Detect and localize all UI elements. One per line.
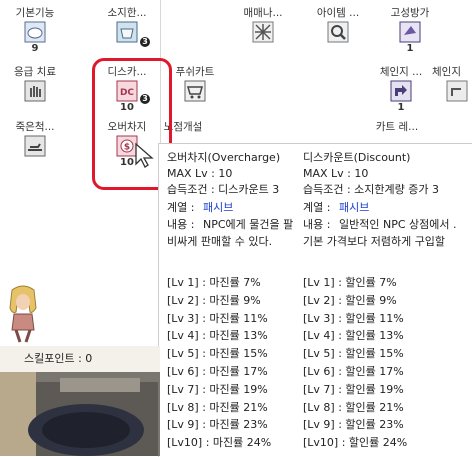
level-entry: [Lv 7] : 할인률 19% bbox=[303, 382, 404, 396]
level-entry: [Lv 9] : 할인률 23% bbox=[303, 418, 404, 432]
skill-carry[interactable]: 소지한... 3 bbox=[92, 7, 162, 51]
level-entry: [Lv 4] : 할인률 13% bbox=[303, 329, 404, 343]
cart-icon bbox=[184, 80, 206, 102]
skill-item-appraisal[interactable]: 아이템 ... bbox=[303, 7, 373, 51]
tooltip-title: 오버차지(Overcharge) bbox=[167, 151, 281, 164]
tooltip-title: 디스카운트(Discount) bbox=[303, 151, 411, 164]
skill-point-bar: 스킬포인트 : 0 bbox=[0, 346, 160, 372]
skill-level: 1 bbox=[406, 43, 414, 54]
skill-label: 카트 레... bbox=[375, 121, 419, 133]
level-entry: [Lv 6] : 할인률 17% bbox=[303, 365, 404, 378]
character-sprite bbox=[9, 285, 37, 343]
skill-basic[interactable]: 기본기능 9 bbox=[0, 7, 70, 54]
level-entry: [Lv 9] : 마진률 23% bbox=[167, 418, 268, 432]
level-entry: [Lv 8] : 마진률 21% bbox=[167, 400, 268, 414]
skill-label: 소지한... bbox=[107, 7, 147, 19]
skill-level: 1 bbox=[397, 102, 405, 113]
tooltip-desc: 일반적인 NPC 상점에서 . bbox=[339, 218, 457, 231]
skill-change-cart[interactable]: 체인지 ... 1 bbox=[366, 66, 436, 113]
cloud-icon bbox=[24, 21, 46, 43]
level-entry: [Lv 1] : 할인률 7% bbox=[303, 276, 397, 289]
tooltip-requirement: 습득조건 : 소지한계량 증가 3 bbox=[303, 183, 440, 196]
level-entry: [Lv 7] : 마진률 19% bbox=[167, 382, 268, 396]
game-scene bbox=[0, 372, 160, 456]
skill-tooltip: 오버차지(Overcharge) MAX Lv : 10 습득조건 : 디스카운… bbox=[158, 143, 472, 457]
tooltip-type-label: 계열 : bbox=[167, 201, 195, 214]
skill-first-aid[interactable]: 응급 치료 bbox=[0, 66, 70, 110]
play-dead-icon bbox=[24, 135, 46, 157]
skill-loud-exclamation[interactable]: 고성방가 1 bbox=[375, 7, 445, 54]
level-entry: [Lv 3] : 마진률 11% bbox=[167, 311, 268, 325]
skill-play-dead[interactable]: 죽은척... bbox=[0, 121, 70, 165]
level-entry: [Lv 6] : 마진률 17% bbox=[167, 365, 268, 378]
level-entry: [Lv 2] : 할인률 9% bbox=[303, 293, 397, 307]
tooltip-desc-label: 내용 : bbox=[167, 218, 195, 231]
tooltip-type-label: 계열 : bbox=[303, 201, 331, 214]
skill-label: 체인지 ... bbox=[379, 66, 423, 78]
skill-label: 체인지 bbox=[432, 66, 461, 78]
shout-icon bbox=[399, 21, 421, 43]
scene-graphic bbox=[0, 372, 160, 456]
level-entry: [Lv10] : 할인률 24% bbox=[303, 436, 408, 450]
level-entry: [Lv 5] : 마진률 15% bbox=[167, 347, 268, 361]
level-entry: [Lv 2] : 마진률 9% bbox=[167, 293, 261, 307]
skill-change-2[interactable]: 체인지 bbox=[432, 66, 472, 110]
skill-level: 9 bbox=[31, 43, 39, 54]
level-entry: [Lv 1] : 마진률 7% bbox=[167, 276, 261, 289]
skill-points: 스킬포인트 : 0 bbox=[24, 352, 93, 365]
grid-icon bbox=[252, 21, 274, 43]
level-entry: [Lv10] : 마진률 24% bbox=[167, 436, 272, 450]
skill-label: 매매나... bbox=[243, 7, 283, 19]
magnifier-icon bbox=[327, 21, 349, 43]
tooltip-type-value: 패시브 bbox=[339, 201, 370, 214]
tooltip-desc-2: 기본 가격보다 저렴하게 구입할 bbox=[303, 235, 446, 248]
level-badge: 3 bbox=[140, 37, 150, 47]
tooltip-max-level: MAX Lv : 10 bbox=[303, 167, 369, 180]
tooltip-desc-2: 비싸게 판매할 수 있다. bbox=[167, 235, 273, 248]
skill-label: 죽은척... bbox=[15, 121, 55, 133]
tooltip-desc: NPC에게 물건을 팔 bbox=[203, 218, 294, 231]
skill-label: 아이템 ... bbox=[316, 7, 360, 19]
skill-trade[interactable]: 매매나... bbox=[228, 7, 298, 51]
change2-icon bbox=[446, 80, 468, 102]
skill-label: 기본기능 bbox=[15, 7, 55, 19]
skill-label: 고성방가 bbox=[390, 7, 430, 19]
hand-icon bbox=[24, 80, 46, 102]
skill-label: 응급 치료 bbox=[14, 66, 56, 78]
tooltip-desc-label: 내용 : bbox=[303, 218, 331, 231]
change-icon bbox=[390, 80, 412, 102]
box-icon bbox=[116, 21, 138, 43]
tooltip-type-value: 패시브 bbox=[203, 201, 234, 214]
level-entry: [Lv 4] : 마진률 13% bbox=[167, 329, 268, 343]
tooltip-max-level: MAX Lv : 10 bbox=[167, 167, 233, 180]
level-entry: [Lv 8] : 할인률 21% bbox=[303, 400, 404, 414]
level-entry: [Lv 3] : 할인률 11% bbox=[303, 311, 404, 325]
level-entry: [Lv 5] : 할인률 15% bbox=[303, 347, 404, 361]
cursor-icon bbox=[135, 142, 154, 168]
tooltip-requirement: 습득조건 : 디스카운트 3 bbox=[167, 183, 280, 196]
